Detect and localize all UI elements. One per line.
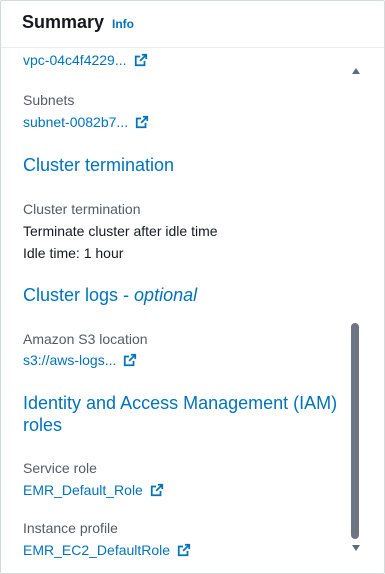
s3-location-link[interactable]: s3://aws-logs... [23, 352, 137, 368]
service-role-link-text: EMR_Default_Role [23, 482, 143, 498]
external-link-icon [124, 353, 137, 367]
external-link-icon [135, 115, 149, 129]
instance-profile-link[interactable]: EMR_EC2_DefaultRole [23, 542, 191, 558]
subnet-link[interactable]: subnet-0082b7... [23, 114, 149, 130]
idle-time-value: Idle time: 1 hour [23, 245, 124, 261]
iam-roles-heading-line2: roles [23, 415, 63, 435]
info-link[interactable]: Info [112, 17, 134, 31]
subnet-link-text: subnet-0082b7... [23, 114, 129, 130]
s3-location-label: Amazon S3 location [23, 331, 148, 347]
cluster-logs-optional: optional [134, 285, 198, 305]
service-role-label: Service role [23, 460, 97, 476]
external-link-icon [150, 483, 163, 497]
panel-title: Summary [22, 12, 105, 32]
scroll-up-arrow-icon[interactable] [352, 68, 360, 74]
scrollbar-thumb[interactable] [351, 323, 359, 539]
cluster-termination-label: Cluster termination [23, 201, 141, 217]
cluster-termination-heading[interactable]: Cluster termination [23, 154, 174, 176]
instance-profile-label: Instance profile [23, 520, 118, 536]
cluster-logs-heading[interactable]: Cluster logs - optional [23, 284, 197, 306]
scroll-down-arrow-icon[interactable] [352, 545, 360, 551]
service-role-link[interactable]: EMR_Default_Role [23, 482, 164, 498]
iam-roles-heading-line1: Identity and Access Management (IAM) [23, 393, 338, 413]
panel-header: Summary Info [1, 1, 384, 48]
external-link-icon [134, 53, 147, 67]
external-link-icon [177, 543, 191, 557]
cluster-termination-value: Terminate cluster after idle time [23, 223, 218, 239]
summary-panel: Summary Info vpc-04c4f4229... Subnets su… [0, 0, 385, 574]
instance-profile-link-text: EMR_EC2_DefaultRole [23, 542, 171, 558]
subnets-label: Subnets [23, 92, 75, 108]
vpc-link-text: vpc-04c4f4229... [23, 52, 127, 68]
iam-roles-heading[interactable]: Identity and Access Management (IAM) rol… [23, 392, 337, 436]
cluster-logs-heading-text: Cluster logs - [23, 285, 135, 305]
s3-location-link-text: s3://aws-logs... [23, 352, 117, 368]
vpc-link[interactable]: vpc-04c4f4229... [23, 52, 148, 68]
summary-content[interactable]: vpc-04c4f4229... Subnets subnet-0082b7..… [1, 49, 341, 574]
